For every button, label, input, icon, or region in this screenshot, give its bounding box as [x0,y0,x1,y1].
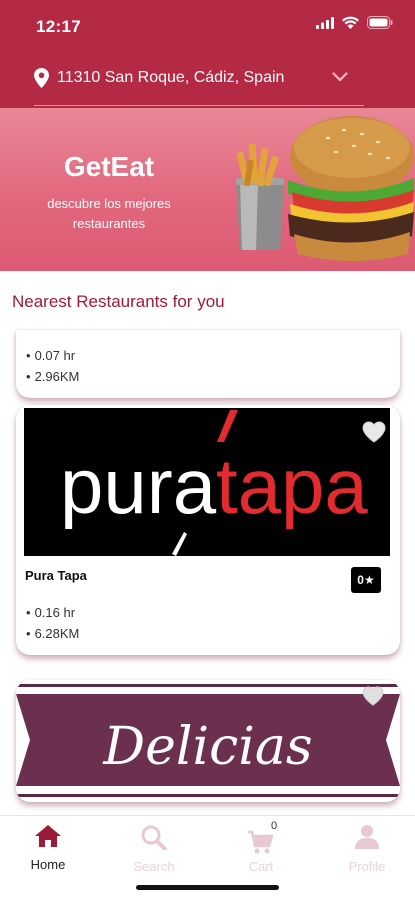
restaurant-logo: Delicias [16,680,400,802]
distance-value: 6.28KM [34,626,80,641]
battery-icon [367,16,393,29]
brand-tagline: descubre los mejores restaurantes [47,196,171,231]
search-icon [141,825,167,851]
time-value: 0.07 hr [34,348,76,363]
section-title: Nearest Restaurants for you [12,292,225,311]
distance: • 2.96KM [26,369,79,384]
home-indicator [136,885,279,890]
wifi-icon [342,16,359,29]
cart-icon [248,830,274,854]
brand-name: GetEat [63,151,155,182]
restaurant-card[interactable]: Delicias [16,680,400,802]
burger-fries-illustration [236,116,414,261]
nav-profile[interactable]: Profile [327,824,407,874]
location-address: 11310 San Roque, Cádiz, Spain [57,69,285,86]
profile-icon [355,825,379,849]
signal-icon [316,16,334,29]
restaurant-card[interactable]: • 0.07 hr • 2.96KM [16,330,400,398]
time-value: 0.16 hr [34,605,76,620]
distance-value: 2.96KM [34,369,80,384]
status-icons [316,16,393,29]
logo-text-delicias: Delicias [102,717,312,777]
bullet: • [26,605,31,620]
promo-banner: GetEat descubre los mejores restaurantes [0,108,415,271]
delivery-time: • 0.16 hr [26,605,75,620]
restaurant-name: Pura Tapa [25,568,87,583]
nav-search-label: Search [133,859,175,874]
chevron-down-icon[interactable] [332,72,348,82]
nav-profile-label: Profile [348,859,386,874]
bullet: • [26,348,31,363]
restaurant-logo: pura tapa [24,408,390,556]
logo-text-tapa: tapa [216,442,368,530]
location-pin-icon [34,68,49,88]
nav-search[interactable]: Search [114,824,194,874]
heart-icon[interactable] [362,686,384,706]
logo-text-pura: pura [60,442,217,530]
nav-cart-label: Cart [248,859,274,874]
delivery-time: • 0.07 hr [26,348,75,363]
bullet: • [26,626,31,641]
nav-cart[interactable]: 0 Cart [221,820,301,874]
rating-badge: 0★ [351,567,381,593]
home-icon [35,825,61,847]
app-header: 12:17 11310 San Roque, Cádiz, Spain [0,0,415,108]
heart-icon[interactable] [362,421,386,443]
status-time: 12:17 [36,17,81,36]
cart-count-badge: 0 [271,820,278,832]
bullet: • [26,369,31,384]
delicias-logo: Delicias [16,680,400,802]
nav-home[interactable]: Home [8,824,88,872]
nav-home-label: Home [30,857,66,872]
location-selector[interactable]: 11310 San Roque, Cádiz, Spain [34,62,364,106]
restaurant-card[interactable]: pura tapa Pura Tapa 0★ • 0.16 hr • 6.28KM [16,405,400,655]
distance: • 6.28KM [26,626,79,641]
pura-tapa-logo: pura tapa [60,410,368,556]
